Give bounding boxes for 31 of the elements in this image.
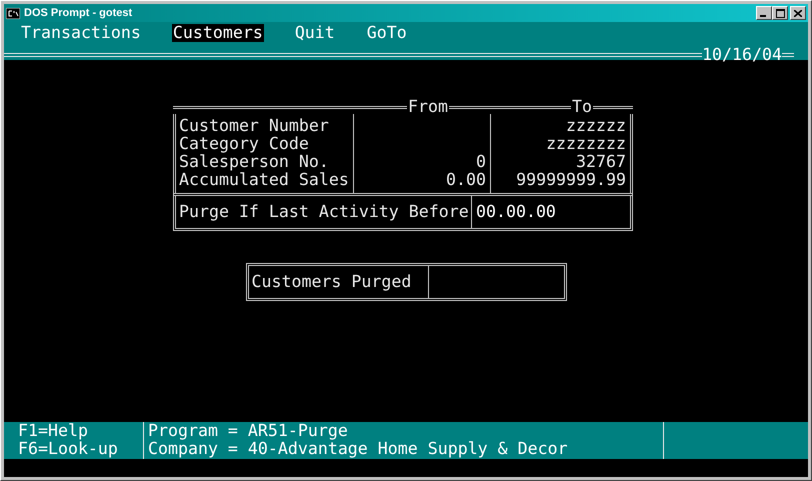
window-title: DOS Prompt - gotest — [24, 7, 134, 19]
field-label: Accumulated Sales — [179, 171, 350, 189]
column-header: To — [571, 100, 593, 114]
minimize-button[interactable] — [756, 6, 772, 20]
field-label: Salesperson No. — [179, 153, 330, 171]
field-label: Purge If Last Activity Before — [179, 203, 469, 221]
menu-item[interactable]: Transactions — [20, 24, 142, 42]
menu-item[interactable]: Customers — [172, 24, 264, 42]
menu-item[interactable]: Quit — [294, 24, 336, 42]
field-label: Category Code — [179, 135, 310, 153]
to-value: zzzzzzzz — [546, 135, 626, 153]
column-header: From — [407, 100, 449, 114]
field-label: Customers Purged — [252, 273, 412, 291]
maximize-icon — [776, 8, 784, 18]
to-value: zzzzzz — [566, 117, 626, 135]
command-prompt-icon — [6, 8, 20, 18]
maximize-button[interactable] — [772, 6, 788, 20]
to-value: 32767 — [576, 153, 626, 171]
date-value: 00.00.00 — [475, 203, 556, 221]
field-label: Customer Number — [179, 117, 330, 135]
date-label: 10/16/04 — [702, 46, 782, 64]
menu-item[interactable]: GoTo — [366, 24, 408, 42]
from-value: 0 — [476, 153, 486, 171]
status-text: Program = AR51-Purge — [148, 422, 349, 440]
key-hint: F6=Look-up — [18, 440, 119, 458]
close-button[interactable] — [790, 6, 806, 20]
key-hint: F1=Help — [18, 422, 89, 440]
close-icon — [794, 10, 802, 16]
from-value: 0.00 — [446, 171, 486, 189]
status-text: Company = 40-Advantage Home Supply & Decor — [148, 440, 569, 458]
to-value: 99999999.99 — [516, 171, 626, 189]
